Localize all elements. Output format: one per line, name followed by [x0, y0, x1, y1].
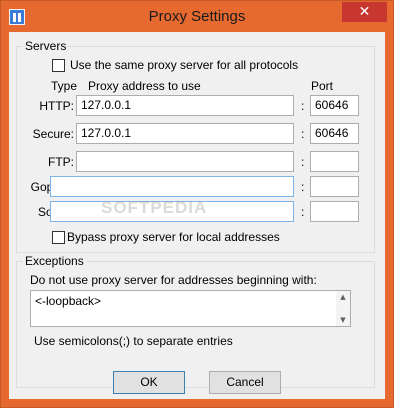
column-header-address: Proxy address to use [88, 79, 201, 93]
ok-button[interactable]: OK [113, 371, 185, 394]
gopher-port-input[interactable] [310, 176, 359, 197]
exceptions-group-label: Exceptions [23, 254, 86, 268]
close-button[interactable]: ✕ [342, 2, 387, 22]
gopher-colon: : [301, 180, 305, 194]
dialog-body: Servers Use the same proxy server for al… [9, 32, 385, 399]
exceptions-description: Do not use proxy server for addresses be… [30, 273, 317, 287]
bypass-local-checkbox[interactable] [52, 231, 65, 244]
ftp-colon: : [301, 155, 305, 169]
ftp-port-input[interactable] [310, 151, 359, 172]
column-header-type: Type [51, 79, 78, 93]
proxy-settings-window: Proxy Settings ✕ Servers Use the same pr… [0, 0, 394, 408]
window-title: Proxy Settings [148, 8, 246, 25]
exceptions-scrollbar[interactable]: ▲ ▼ [336, 291, 350, 326]
http-address-input[interactable]: 127.0.0.1 [76, 95, 294, 116]
secure-label: Secure: [32, 127, 74, 141]
same-proxy-checkbox[interactable] [52, 59, 65, 72]
scroll-up-arrow-icon[interactable]: ▲ [336, 291, 350, 303]
exceptions-hint: Use semicolons(;) to separate entries [34, 334, 233, 348]
column-header-port: Port [311, 79, 334, 93]
same-proxy-label[interactable]: Use the same proxy server for all protoc… [70, 58, 298, 72]
servers-group-label: Servers [23, 39, 69, 53]
http-colon: : [301, 99, 305, 113]
http-port-input[interactable]: 60646 [310, 95, 359, 116]
exceptions-value: <-loopback> [35, 294, 102, 308]
softpedia-watermark: SOFTPEDIA [101, 198, 208, 217]
ftp-label: FTP: [48, 155, 74, 169]
bypass-local-label[interactable]: Bypass proxy server for local addresses [67, 230, 280, 244]
title-bar[interactable]: Proxy Settings ✕ [1, 1, 393, 32]
socks-port-input[interactable] [310, 201, 359, 222]
socks-colon: : [301, 205, 305, 219]
secure-address-input[interactable]: 127.0.0.1 [76, 123, 294, 144]
http-label: HTTP: [39, 99, 74, 113]
cancel-button[interactable]: Cancel [209, 371, 281, 394]
scroll-down-arrow-icon[interactable]: ▼ [336, 314, 350, 326]
gopher-address-input[interactable] [50, 176, 294, 197]
ftp-address-input[interactable] [76, 151, 294, 172]
exceptions-textarea[interactable]: <-loopback> ▲ ▼ [30, 290, 351, 327]
secure-port-input[interactable]: 60646 [310, 123, 359, 144]
secure-colon: : [301, 127, 305, 141]
